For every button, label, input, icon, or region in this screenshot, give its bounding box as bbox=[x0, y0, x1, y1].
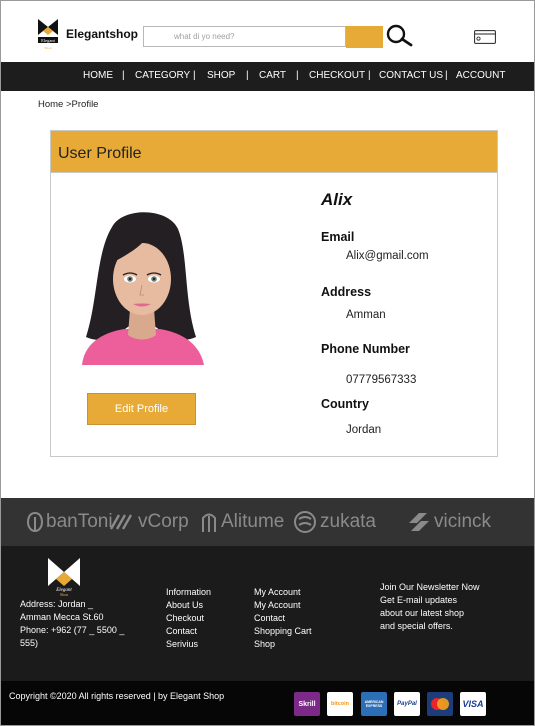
breadcrumb-current: Profile bbox=[71, 99, 99, 110]
page-title: User Profile bbox=[58, 145, 142, 162]
brand-bantoni: banToni bbox=[27, 508, 113, 536]
profile-card-header: User Profile bbox=[50, 130, 498, 173]
svg-text:Elegant: Elegant bbox=[41, 38, 55, 43]
nav-separator: | bbox=[368, 70, 371, 81]
newsletter-line: about our latest shop bbox=[380, 608, 465, 618]
main-nav: HOME | CATEGORY | SHOP | CART | CHECKOUT… bbox=[1, 62, 534, 91]
zukata-icon bbox=[294, 511, 316, 533]
nav-home[interactable]: HOME bbox=[83, 62, 113, 91]
brand-alitume: Alitume bbox=[200, 508, 284, 536]
phone-label: Phone Number bbox=[321, 342, 410, 356]
address-label: Address bbox=[321, 285, 372, 299]
nav-separator: | bbox=[122, 70, 125, 81]
footer-link-about-us[interactable]: About Us bbox=[166, 599, 211, 612]
brand-name: Alitume bbox=[221, 511, 285, 532]
visa-icon: VISA bbox=[460, 692, 486, 716]
alitume-icon bbox=[202, 513, 216, 532]
amex-icon: AMERICAN EXPRESS bbox=[361, 692, 387, 716]
svg-text:Shop: Shop bbox=[44, 46, 51, 50]
address-value: Amman bbox=[346, 309, 386, 321]
country-label: Country bbox=[321, 397, 369, 411]
mastercard-circles bbox=[431, 698, 449, 710]
copyright-text: Copyright ©2020 All rights reserved | by… bbox=[9, 691, 225, 701]
footer-link-information[interactable]: Information bbox=[166, 586, 211, 599]
address-line: Address: Jordan _ bbox=[20, 599, 94, 609]
breadcrumb-separator: > bbox=[63, 99, 72, 110]
paypal-icon: PayPal bbox=[394, 692, 420, 716]
country-value: Jordan bbox=[346, 424, 382, 436]
skrill-icon: Skrill bbox=[294, 692, 320, 716]
brand-name: vCorp bbox=[138, 511, 189, 532]
footer-logo[interactable]: Elegant Shop bbox=[46, 556, 82, 596]
newsletter-line: and special offers. bbox=[380, 621, 453, 631]
brand-name: vicinck bbox=[434, 511, 492, 532]
search-icon[interactable] bbox=[383, 24, 413, 48]
user-name: Alix bbox=[321, 190, 353, 209]
footer-link-contact[interactable]: Contact bbox=[166, 625, 211, 638]
footer-link-my-account[interactable]: My Account bbox=[254, 586, 312, 599]
footer-links-account: My Account My Account Contact Shopping C… bbox=[254, 586, 312, 651]
breadcrumb-home[interactable]: Home bbox=[38, 99, 63, 110]
footer-link-my-account[interactable]: My Account bbox=[254, 599, 312, 612]
brand-vcorp: vCorp bbox=[109, 508, 189, 536]
nav-separator: | bbox=[193, 70, 196, 81]
email-value: Alix@gmail.com bbox=[346, 250, 429, 262]
footer-link-shopping-cart[interactable]: Shopping Cart bbox=[254, 625, 312, 638]
bantoni-icon bbox=[27, 511, 43, 533]
edit-profile-button[interactable]: Edit Profile bbox=[87, 393, 196, 425]
brand-vicinck: vicinck bbox=[407, 508, 491, 536]
footer-address: Address: Jordan _ Amman Mecca St.60 Phon… bbox=[20, 598, 124, 650]
footer-newsletter: Join Our Newsletter Now Get E-mail updat… bbox=[380, 581, 480, 633]
bitcoin-icon: bitcoin bbox=[327, 692, 353, 716]
address-line: 555) bbox=[20, 638, 39, 648]
elegantshop-logo[interactable]: Elegant Shop bbox=[37, 18, 59, 52]
phone-value: 07779567333 bbox=[346, 374, 417, 386]
nav-separator: | bbox=[246, 70, 249, 81]
brand-strip: banToni vCorp Alitume zukata vicinck bbox=[1, 498, 534, 546]
search-button[interactable] bbox=[346, 26, 383, 48]
address-line: Phone: +962 (77 _ 5500 _ bbox=[20, 625, 125, 635]
site-name[interactable]: Elegantshop bbox=[66, 27, 138, 41]
nav-category[interactable]: CATEGORY bbox=[135, 62, 190, 91]
nav-separator: | bbox=[445, 70, 448, 81]
newsletter-title: Join Our Newsletter Now bbox=[380, 582, 480, 592]
nav-checkout[interactable]: CHECKOUT bbox=[309, 62, 365, 91]
mastercard-icon bbox=[427, 692, 453, 716]
footer-link-checkout[interactable]: Checkout bbox=[166, 612, 211, 625]
vicinck-icon bbox=[409, 513, 429, 531]
nav-cart[interactable]: CART bbox=[259, 62, 286, 91]
nav-separator: | bbox=[296, 70, 299, 81]
newsletter-line: Get E-mail updates bbox=[380, 595, 458, 605]
svg-text:Shop: Shop bbox=[60, 592, 68, 596]
address-line: Amman Mecca St.60 bbox=[20, 612, 104, 622]
nav-contact-us[interactable]: CONTACT US bbox=[379, 62, 443, 91]
email-label: Email bbox=[321, 230, 355, 244]
brand-name: banToni bbox=[46, 511, 113, 532]
breadcrumb: Home >Profile bbox=[38, 99, 98, 110]
footer-link-serivius[interactable]: Serivius bbox=[166, 638, 211, 651]
copyright-bar bbox=[1, 681, 534, 725]
search-input[interactable] bbox=[143, 26, 346, 47]
user-avatar bbox=[82, 212, 204, 365]
nav-account[interactable]: ACCOUNT bbox=[456, 62, 505, 91]
vcorp-icon bbox=[109, 514, 133, 530]
footer-link-shop[interactable]: Shop bbox=[254, 638, 312, 651]
credit-card-icon[interactable] bbox=[474, 30, 496, 44]
footer-links-info: Information About Us Checkout Contact Se… bbox=[166, 586, 211, 651]
nav-shop[interactable]: SHOP bbox=[207, 62, 235, 91]
brand-zukata: zukata bbox=[293, 508, 376, 536]
brand-name: zukata bbox=[320, 511, 376, 532]
footer-link-contact[interactable]: Contact bbox=[254, 612, 312, 625]
